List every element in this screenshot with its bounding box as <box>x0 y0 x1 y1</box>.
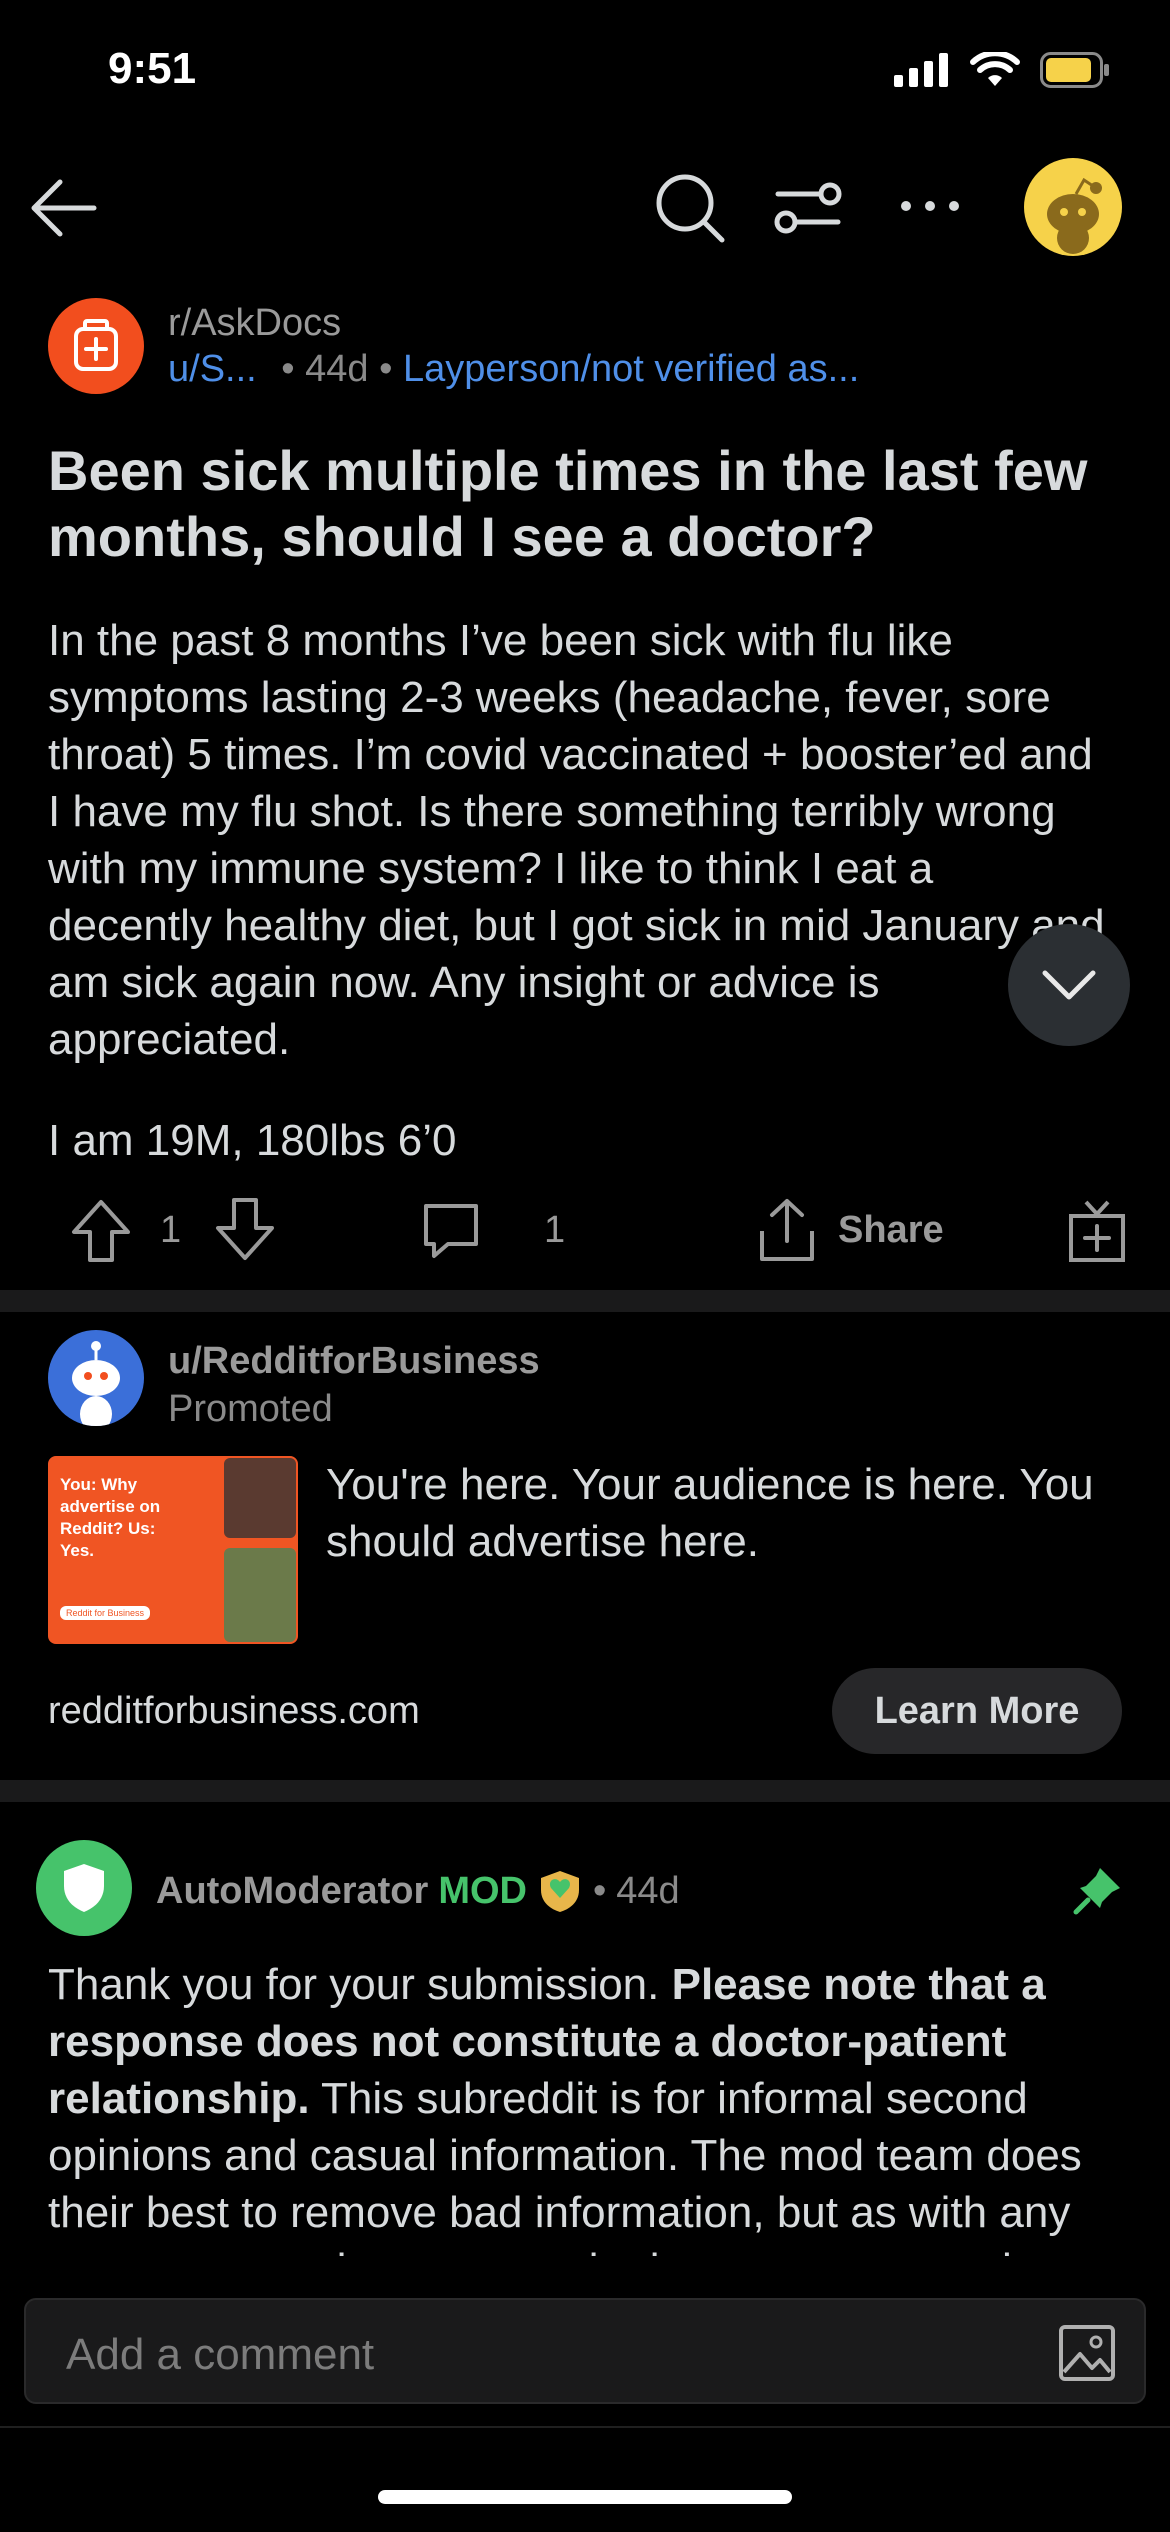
chevron-down-icon <box>1042 970 1096 1000</box>
comment-placeholder: Add a comment <box>66 2330 375 2379</box>
mod-badge: MOD <box>438 1869 527 1912</box>
add-comment-field[interactable]: Add a comment <box>24 2298 1146 2404</box>
ad-thumbnail-text: You: Why advertise on Reddit? Us: Yes. <box>60 1475 161 1560</box>
more-options-icon[interactable] <box>890 170 970 250</box>
meta-separator: • <box>281 348 295 390</box>
comment-count: 1 <box>544 1208 566 1251</box>
user-flair: Layperson/not verified as... <box>403 348 860 390</box>
medical-kit-icon <box>74 319 118 371</box>
vote-count: 1 <box>160 1208 182 1251</box>
ad-thumbnail-brand: Reddit for Business <box>60 1606 151 1620</box>
ad-thumbnail[interactable]: You: Why advertise on Reddit? Us: Yes. R… <box>48 1456 298 1644</box>
post-screen: 9:51 r/AskDocs u/S... • 44d • Layperson/… <box>0 0 1170 2532</box>
shield-icon <box>64 1864 104 1912</box>
wifi-icon <box>970 52 1020 86</box>
mod-shield-badge-icon <box>540 1871 579 1912</box>
comment-header: AutoModerator MOD • 44d <box>156 1868 680 1914</box>
ad-headline[interactable]: You're here. Your audience is here. You … <box>326 1456 1126 1570</box>
comment-body: Thank you for your submission. Please no… <box>48 1956 1128 2256</box>
post-body: In the past 8 months I’ve been sick with… <box>48 616 1105 1064</box>
home-indicator[interactable] <box>378 2490 792 2504</box>
cellular-signal-icon <box>894 53 948 87</box>
subreddit-icon[interactable] <box>48 298 144 394</box>
comment-age: 44d <box>616 1869 680 1912</box>
comment-body-text: Thank you for your submission. <box>48 1960 672 2009</box>
post-age: 44d <box>305 348 369 390</box>
meta-separator: • <box>592 1869 607 1912</box>
sort-filter-icon[interactable] <box>768 170 848 250</box>
post-meta: u/S... • 44d • Layperson/not verified as… <box>168 348 859 391</box>
post-author[interactable]: u/S... <box>168 348 257 390</box>
image-upload-icon[interactable] <box>1058 2324 1116 2382</box>
section-divider <box>0 1780 1170 1802</box>
snoo-avatar-icon <box>1047 177 1102 254</box>
status-time: 9:51 <box>108 44 197 93</box>
subreddit-name[interactable]: r/AskDocs <box>168 302 341 345</box>
snoo-icon <box>72 1341 120 1426</box>
comment-icon[interactable] <box>420 1190 482 1270</box>
ad-thumbnail-photo-bottom <box>224 1548 296 1642</box>
status-icons <box>894 52 1110 88</box>
share-label: Share <box>838 1208 944 1251</box>
back-arrow-icon[interactable] <box>24 168 104 248</box>
share-button[interactable]: Share <box>756 1190 944 1270</box>
learn-more-button[interactable]: Learn More <box>832 1668 1122 1754</box>
pin-icon <box>1073 1868 1120 1915</box>
share-icon <box>760 1199 814 1261</box>
post-body-extra: I am 19M, 180lbs 6’0 <box>48 1116 457 1165</box>
user-avatar[interactable] <box>1024 158 1122 256</box>
post-title: Been sick multiple times in the last few… <box>48 439 1088 568</box>
upvote-icon[interactable] <box>68 1190 134 1270</box>
comment-author[interactable]: AutoModerator <box>156 1870 428 1913</box>
section-divider <box>0 1290 1170 1312</box>
downvote-icon[interactable] <box>212 1190 278 1270</box>
battery-icon <box>1040 52 1109 88</box>
ad-thumbnail-photo-top <box>224 1458 296 1538</box>
divider <box>0 2426 1170 2428</box>
meta-separator: • <box>379 348 393 390</box>
promoted-label: Promoted <box>168 1388 333 1430</box>
jump-to-comments-button[interactable] <box>1008 924 1130 1046</box>
ad-domain[interactable]: redditforbusiness.com <box>48 1690 420 1733</box>
advertiser-avatar[interactable] <box>48 1330 144 1426</box>
post-action-bar: 1 1 Share <box>0 1190 1170 1270</box>
search-icon[interactable] <box>650 168 730 248</box>
commenter-avatar[interactable] <box>36 1840 132 1936</box>
award-gift-icon[interactable] <box>1066 1190 1128 1270</box>
advertiser-name[interactable]: u/RedditforBusiness <box>168 1340 540 1383</box>
